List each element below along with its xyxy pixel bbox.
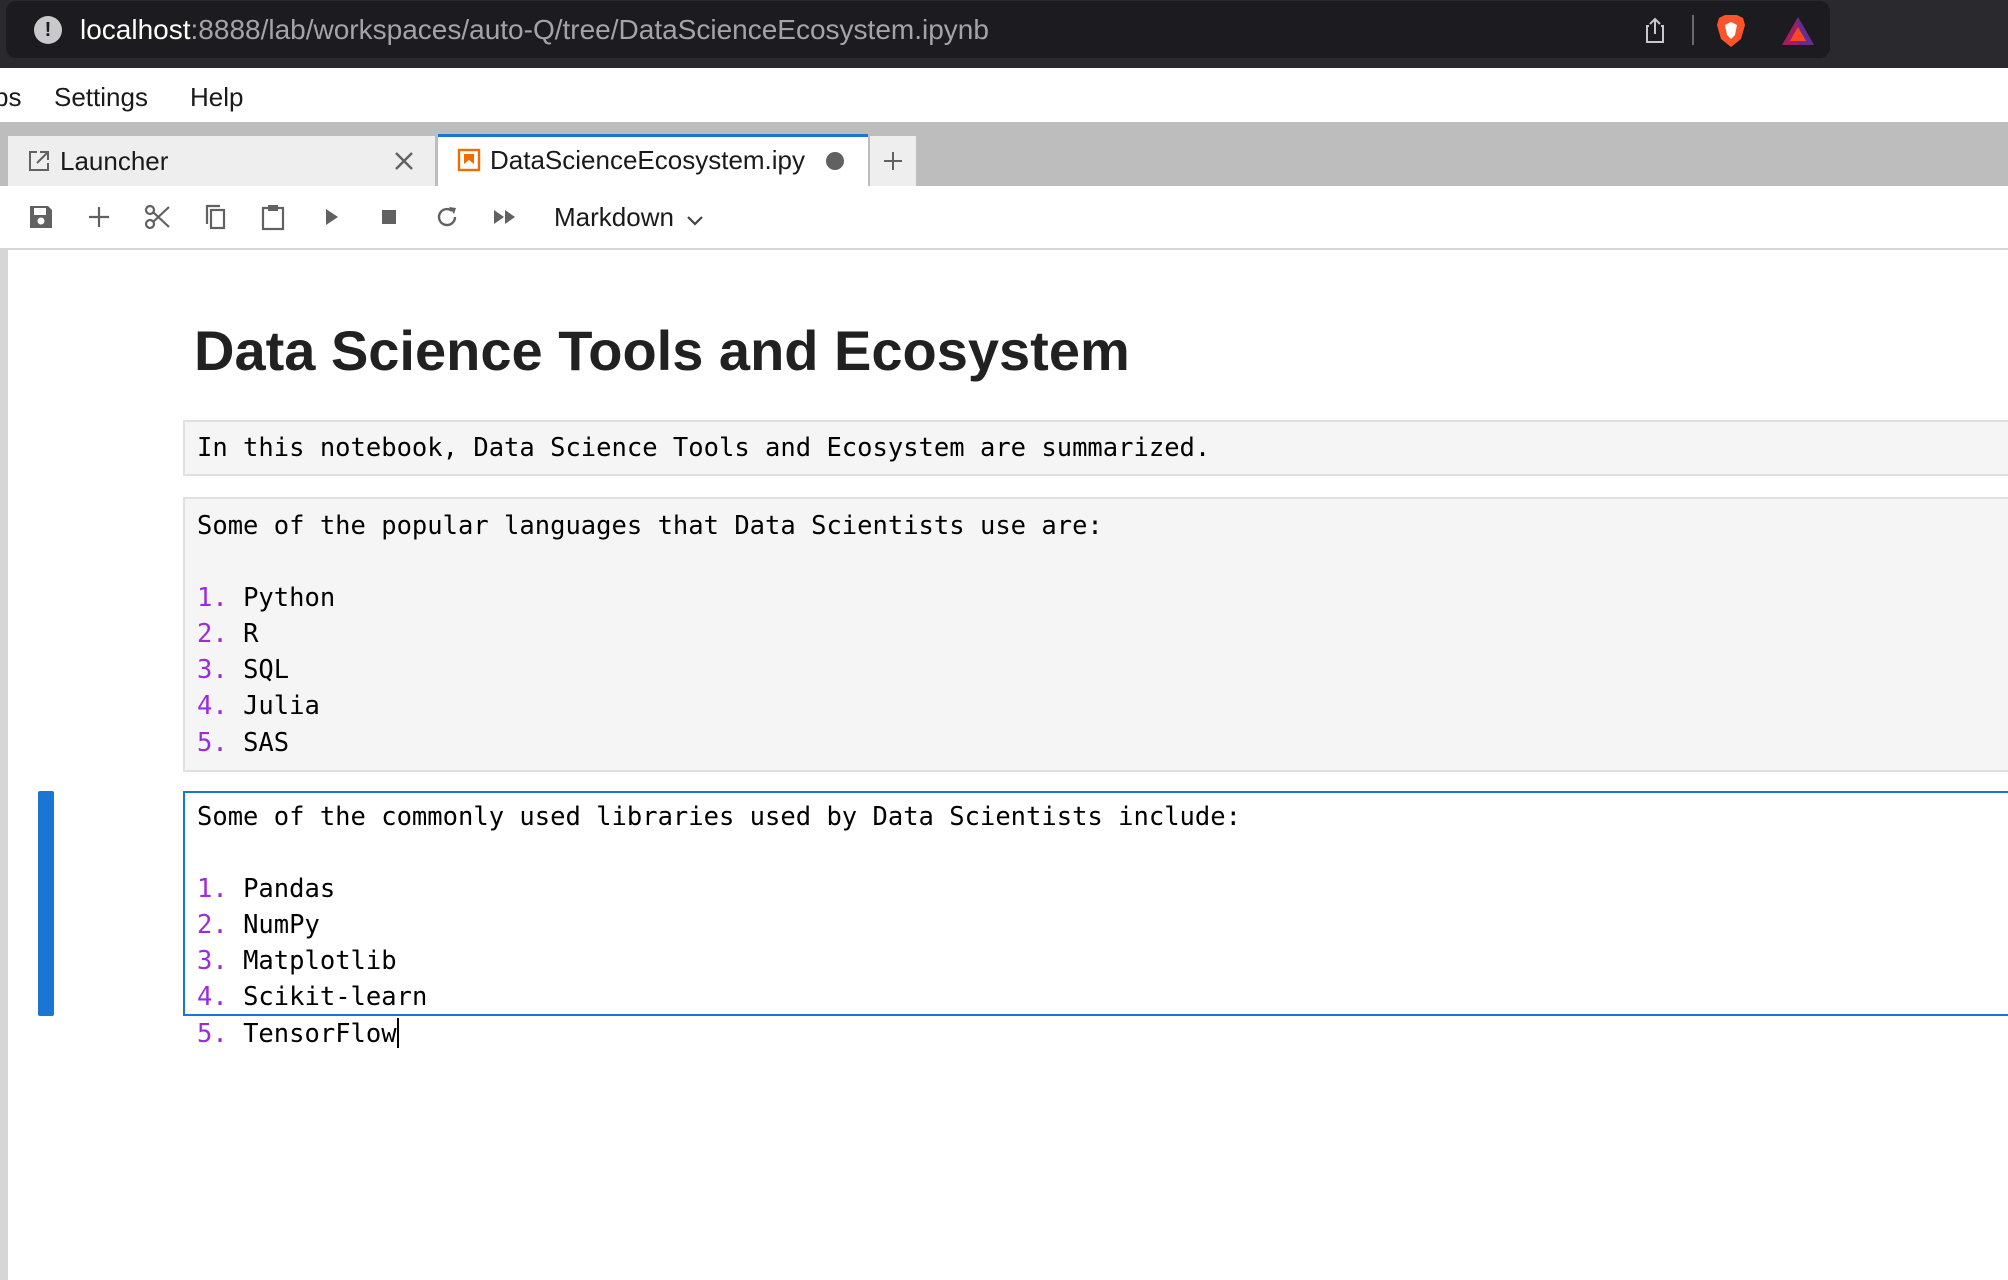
list-number: 2. [197,619,228,649]
markdown-cell-editor[interactable]: Some of the commonly used libraries used… [183,791,2008,1049]
jupyterlab-window: ! localhost:8888/lab/workspaces/auto-Q/t… [0,0,2008,1280]
url-path: :8888/lab/workspaces/auto-Q/tree/DataSci… [190,14,989,45]
cell-type-value: Markdown [554,202,674,232]
add-icon [884,152,902,170]
list-text: Python [243,583,336,613]
site-info-icon[interactable]: ! [34,16,62,44]
list-number: 4. [197,982,228,1012]
list-number: 1. [197,583,228,613]
list-text: TensorFlow [243,1019,397,1049]
list-number: 2. [197,910,228,940]
add-icon[interactable] [84,202,114,232]
list-number: 3. [197,946,228,976]
list-item: 5. SAS [197,725,289,761]
list-text: Scikit-learn [243,982,428,1012]
tab-label: DataScienceEcosystem.ipy [490,145,806,175]
close-icon[interactable] [391,148,417,174]
url-text[interactable]: localhost:8888/lab/workspaces/auto-Q/tre… [80,11,989,49]
list-number: 4. [197,691,228,721]
address-bar[interactable]: ! localhost:8888/lab/workspaces/auto-Q/t… [6,1,1830,58]
notebook-icon [457,148,481,172]
notebook-heading: Data Science Tools and Ecosystem [194,319,1130,382]
list-item: 4. Scikit-learn [197,979,427,1015]
launcher-icon [29,151,49,171]
cell-text: Some of the popular languages that Data … [197,511,1103,541]
list-number: 3. [197,655,228,685]
active-cell-collapser[interactable] [38,791,54,1016]
cell-text: Some of the commonly used libraries used… [197,802,1241,832]
list-text: NumPy [243,910,320,940]
tab-launcher[interactable]: Launcher [8,136,436,186]
notebook-toolbar: Markdown [8,186,2008,250]
cut-icon[interactable] [142,202,172,232]
brave-rewards-icon[interactable] [1780,15,1816,47]
toolbar-divider [1692,15,1694,45]
list-item: 3. SQL [197,652,289,688]
list-text: R [243,619,259,649]
new-launcher-button[interactable] [870,136,916,186]
list-text: SQL [243,655,290,685]
markdown-cell[interactable]: In this notebook, Data Science Tools and… [183,420,2008,476]
notebook-left-border [0,248,8,1280]
run-icon[interactable] [316,202,346,232]
brave-shields-icon[interactable] [1714,13,1748,49]
list-item: 2. R [197,616,258,652]
list-number: 1. [197,874,228,904]
share-icon[interactable] [1640,15,1670,45]
list-text: Matplotlib [243,946,397,976]
copy-icon[interactable] [200,202,230,232]
cell-type-dropdown[interactable]: Markdown [554,200,706,234]
markdown-cell[interactable]: Some of the popular languages that Data … [183,497,2008,772]
tab-notebook[interactable]: DataScienceEcosystem.ipy [438,134,868,186]
notebook-panel: Data Science Tools and Ecosystem In this… [8,250,2008,1280]
chevron-down-icon [687,215,703,226]
list-item: 1. Pandas [197,871,335,907]
list-number: 5. [197,1019,228,1049]
list-text: SAS [243,728,290,758]
list-item: 2. NumPy [197,907,320,943]
save-icon[interactable] [26,202,56,232]
menu-help[interactable]: Help [190,82,243,112]
paste-icon[interactable] [258,202,288,232]
menu-tabs[interactable]: ps [0,82,21,112]
list-text: Pandas [243,874,336,904]
list-text: Julia [243,691,320,721]
text-cursor [396,1018,399,1048]
list-item: 4. Julia [197,688,320,724]
url-host: localhost [80,14,191,45]
restart-icon[interactable] [432,202,462,232]
document-tab-bar: Launcher DataScienceEcosystem.ipy [0,122,2008,186]
stop-icon[interactable] [374,202,404,232]
list-item: 1. Python [197,580,335,616]
browser-toolbar: ! localhost:8888/lab/workspaces/auto-Q/t… [0,0,2008,68]
list-item: 5. TensorFlow [197,1016,399,1052]
run-all-icon[interactable] [490,202,520,232]
menu-settings[interactable]: Settings [54,82,148,112]
tab-label: Launcher [60,146,169,176]
unsaved-indicator-icon[interactable] [826,152,844,170]
list-number: 5. [197,728,228,758]
list-item: 3. Matplotlib [197,943,397,979]
main-menu-bar: ps Settings Help [0,68,2008,122]
cell-text: In this notebook, Data Science Tools and… [197,433,1211,463]
